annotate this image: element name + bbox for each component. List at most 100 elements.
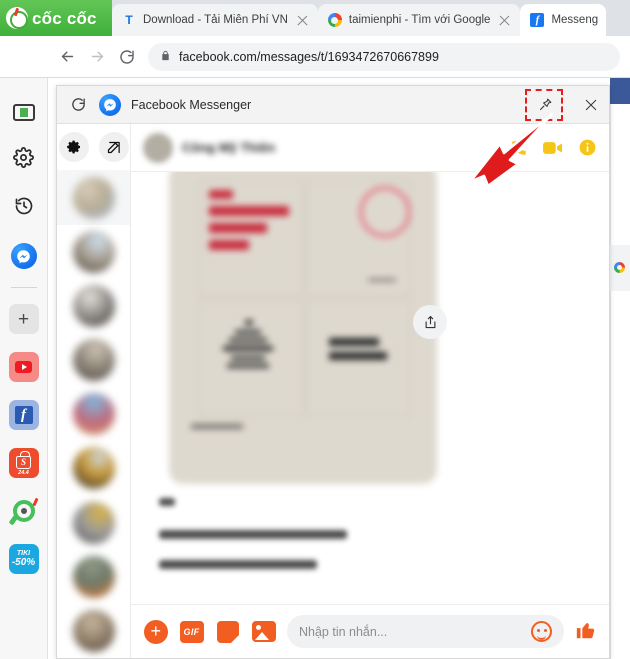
gear-icon[interactable] bbox=[58, 132, 89, 163]
sidebar-item-messenger[interactable] bbox=[9, 241, 39, 271]
thumbs-up-icon[interactable] bbox=[575, 619, 597, 645]
lock-icon bbox=[160, 49, 171, 65]
phone-icon[interactable] bbox=[510, 139, 528, 157]
browser-tab-2-title: Messeng bbox=[551, 14, 599, 26]
compose-icon[interactable] bbox=[98, 132, 129, 163]
message-composer: + GIF Nhập tin nhắn... bbox=[131, 604, 609, 658]
conversation-avatar bbox=[72, 447, 115, 490]
forward-arrow-icon[interactable] bbox=[82, 42, 112, 72]
back-arrow-icon[interactable] bbox=[52, 42, 82, 72]
conversation-list-item[interactable] bbox=[57, 441, 130, 495]
message-bubble[interactable] bbox=[159, 530, 347, 539]
coccoc-sidebar: + f S 24.4 TIKI -50% bbox=[0, 78, 48, 659]
facebook-f-icon: f bbox=[530, 13, 545, 27]
conversation-list[interactable] bbox=[57, 124, 131, 658]
address-bar[interactable]: facebook.com/messages/t/1693472670667899 bbox=[148, 42, 620, 71]
browser-tab-1[interactable]: taimienphi - Tìm với Google bbox=[317, 4, 521, 36]
conversation-avatar bbox=[72, 393, 115, 436]
browser-tab-strip: cốc cốc T Download - Tải Miễn Phí VN tai… bbox=[0, 0, 630, 36]
gif-icon[interactable]: GIF bbox=[179, 619, 204, 644]
conversation-list-toolbar bbox=[57, 124, 130, 170]
info-icon[interactable] bbox=[578, 138, 597, 157]
background-page bbox=[610, 104, 630, 659]
conversation-header: Công Mỹ Thiên bbox=[131, 124, 609, 172]
facebook-icon: f bbox=[8, 400, 39, 430]
browser-window: cốc cốc T Download - Tải Miễn Phí VN tai… bbox=[0, 0, 630, 659]
youtube-icon bbox=[8, 352, 39, 382]
popup-reload-icon[interactable] bbox=[67, 94, 89, 116]
conversation-avatar bbox=[72, 609, 115, 652]
sidebar-divider bbox=[10, 287, 37, 288]
conversation-avatar bbox=[72, 339, 115, 382]
browser-tab-0[interactable]: T Download - Tải Miễn Phí VN bbox=[112, 4, 318, 36]
conversation-list-item[interactable] bbox=[57, 550, 130, 604]
sidebar-item-shopee[interactable]: S 24.4 bbox=[8, 448, 39, 478]
plus-circle-icon[interactable]: + bbox=[143, 619, 168, 644]
conversation-list-item[interactable] bbox=[57, 333, 130, 387]
tiki-icon: TIKI -50% bbox=[8, 544, 39, 574]
conversation-list-item[interactable] bbox=[57, 279, 130, 333]
sticker-icon[interactable] bbox=[215, 619, 240, 644]
conversation-avatar bbox=[72, 284, 115, 327]
sidebar-item-history[interactable] bbox=[9, 193, 39, 223]
contact-name: Công Mỹ Thiên bbox=[182, 140, 276, 155]
conversation-avatar bbox=[72, 176, 115, 219]
popup-title: Facebook Messenger bbox=[131, 97, 252, 112]
browser-tab-0-title: Download - Tải Miễn Phí VN bbox=[143, 14, 288, 26]
sidebar-item-coccoc[interactable] bbox=[8, 496, 39, 526]
shopee-bag-letter: S bbox=[16, 455, 31, 469]
taimienphi-t-icon: T bbox=[125, 13, 133, 27]
browser-toolbar: facebook.com/messages/t/1693472670667899 bbox=[0, 36, 630, 78]
sidebar-item-add[interactable]: + bbox=[8, 304, 39, 334]
sidebar-item-settings[interactable] bbox=[9, 145, 39, 175]
conversation-list-item[interactable] bbox=[57, 387, 130, 441]
browser-tab-1-title: taimienphi - Tìm với Google bbox=[348, 14, 491, 26]
google-g-icon bbox=[327, 13, 342, 27]
conversation-avatar bbox=[72, 230, 115, 273]
browser-tab-1-close-icon[interactable] bbox=[497, 13, 512, 28]
gear-icon bbox=[13, 147, 34, 173]
gif-label: GIF bbox=[179, 620, 204, 643]
emoji-smiley-icon[interactable] bbox=[531, 621, 552, 642]
coccoc-brand-button[interactable]: cốc cốc bbox=[0, 0, 112, 36]
shopee-badge-count: 24.4 bbox=[18, 470, 29, 476]
tiki-discount-label: -50% bbox=[11, 557, 36, 568]
browser-tab-2[interactable]: f Messeng bbox=[520, 4, 607, 36]
browser-tab-0-close-icon[interactable] bbox=[295, 13, 310, 28]
reload-icon[interactable] bbox=[112, 42, 142, 72]
message-bubble[interactable] bbox=[159, 498, 175, 506]
conversation-list-item[interactable] bbox=[57, 225, 130, 279]
conversation-list-item[interactable] bbox=[57, 495, 130, 549]
conversation-header-actions bbox=[510, 138, 597, 157]
popup-close-icon[interactable] bbox=[573, 86, 609, 123]
share-icon[interactable] bbox=[413, 305, 447, 339]
background-google-icon bbox=[614, 262, 625, 273]
tiki-label: TIKI bbox=[16, 550, 31, 557]
conversation-list-item[interactable] bbox=[57, 170, 130, 225]
popup-titlebar: Facebook Messenger bbox=[57, 86, 609, 124]
conversation-pane: Công Mỹ Thiên + GIF Nhập tin nhắn... bbox=[131, 124, 609, 658]
contact-avatar[interactable] bbox=[143, 132, 173, 163]
message-thread[interactable] bbox=[131, 172, 609, 604]
sidebar-item-tiki[interactable]: TIKI -50% bbox=[8, 544, 39, 574]
sidebar-item-facebook[interactable]: f bbox=[8, 400, 39, 430]
conversation-list-item[interactable] bbox=[57, 604, 130, 658]
add-icon: + bbox=[8, 304, 39, 334]
popup-messenger-icon bbox=[99, 93, 121, 116]
pin-highlight-annotation bbox=[525, 89, 563, 121]
sidebar-item-youtube[interactable] bbox=[8, 352, 39, 382]
coccoc-icon bbox=[8, 496, 39, 526]
messenger-body: Công Mỹ Thiên + GIF Nhập tin nhắn... bbox=[57, 124, 609, 658]
message-input[interactable]: Nhập tin nhắn... bbox=[287, 615, 564, 648]
video-camera-icon[interactable] bbox=[542, 139, 564, 157]
history-icon bbox=[14, 196, 34, 221]
background-facebook-header bbox=[610, 78, 630, 104]
conversation-avatar bbox=[72, 555, 115, 598]
photo-icon[interactable] bbox=[251, 619, 276, 644]
sidebar-item-monitor[interactable] bbox=[9, 97, 39, 127]
message-attachment-image[interactable] bbox=[169, 172, 437, 484]
monitor-icon bbox=[12, 103, 35, 121]
message-bubble[interactable] bbox=[159, 560, 317, 569]
conversation-avatar bbox=[72, 501, 115, 544]
address-bar-url: facebook.com/messages/t/1693472670667899 bbox=[179, 49, 439, 64]
